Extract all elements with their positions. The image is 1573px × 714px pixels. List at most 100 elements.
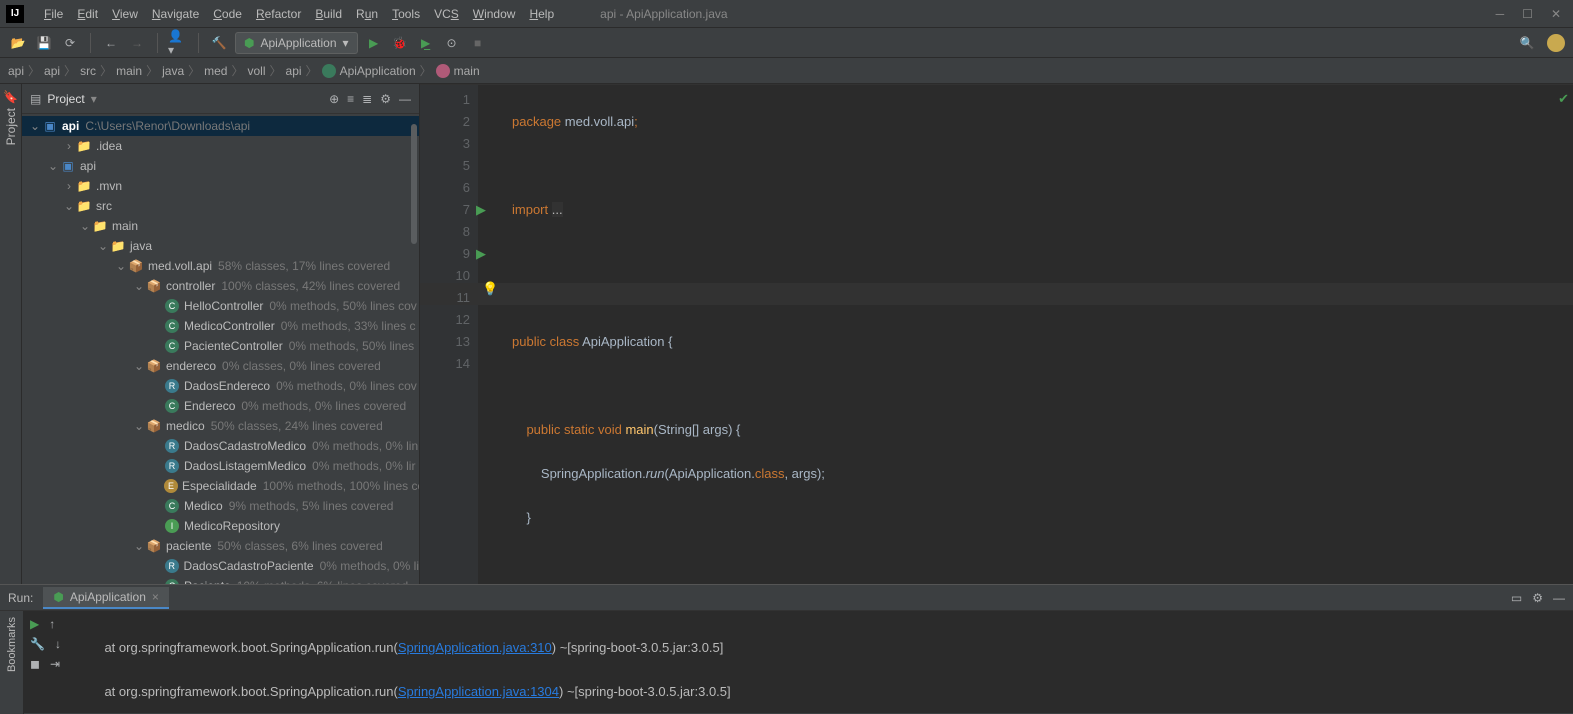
menu-window[interactable]: Window [467, 5, 522, 23]
crumb[interactable]: api [286, 64, 302, 78]
tree-item[interactable]: RDadosCadastroPaciente0% methods, 0% li [22, 556, 419, 576]
crumb[interactable]: ApiApplication [340, 64, 416, 78]
tree-item[interactable]: RDadosCadastroMedico0% methods, 0% lin [22, 436, 419, 456]
menu-edit[interactable]: Edit [71, 5, 104, 23]
build-icon[interactable]: 🔨 [209, 33, 229, 53]
open-icon[interactable]: 📂 [8, 33, 28, 53]
gear-icon[interactable]: ⚙ [380, 92, 391, 106]
tree-item[interactable]: ›📁.idea [22, 136, 419, 156]
crumb[interactable]: java [162, 64, 184, 78]
avatar[interactable] [1547, 34, 1565, 52]
menu-file[interactable]: File [38, 5, 69, 23]
crumb[interactable]: src [80, 64, 96, 78]
run-tab[interactable]: ⬢ ApiApplication × [43, 587, 169, 609]
save-icon[interactable]: 💾 [34, 33, 54, 53]
tree-item[interactable]: ⌄📁java [22, 236, 419, 256]
tree-item[interactable]: CPacienteController0% methods, 50% lines [22, 336, 419, 356]
crumb[interactable]: main [116, 64, 142, 78]
stop-icon[interactable]: ■ [468, 33, 488, 53]
tree-item[interactable]: ⌄📦med.voll.api58% classes, 17% lines cov… [22, 256, 419, 276]
bookmarks-button[interactable]: Bookmarks [6, 617, 18, 672]
hide-icon[interactable]: — [1553, 591, 1565, 605]
menu-vcs[interactable]: VCS [428, 5, 465, 23]
back-icon[interactable]: ← [101, 33, 121, 53]
close-icon[interactable]: ✕ [1551, 7, 1561, 21]
gutter[interactable]: 12356 7▶ 8 9▶ 1011121314 [420, 85, 478, 661]
lightbulb-icon[interactable]: 💡 [482, 281, 498, 297]
bookmark-strip-icon[interactable]: 🔖 [3, 90, 18, 104]
forward-icon[interactable]: → [127, 33, 147, 53]
tree-item[interactable]: ⌄📦controller100% classes, 42% lines cove… [22, 276, 419, 296]
menu-build[interactable]: Build [309, 5, 348, 23]
run-gutter-icon[interactable]: ▶ [476, 199, 486, 221]
sync-icon[interactable]: ⟳ [60, 33, 80, 53]
menu-refactor[interactable]: Refactor [250, 5, 307, 23]
expand-icon[interactable]: ≡ [347, 92, 354, 106]
stack-link[interactable]: SpringApplication.java:310 [398, 640, 552, 655]
console[interactable]: at org.springframework.boot.SpringApplic… [80, 611, 1573, 714]
tree-item[interactable]: ⌄📁src [22, 196, 419, 216]
coverage-icon[interactable]: ▶̲ [416, 33, 436, 53]
tree-item[interactable]: ⌄📦paciente50% classes, 6% lines covered [22, 536, 419, 556]
search-icon[interactable]: 🔍 [1517, 33, 1537, 53]
menu-navigate[interactable]: Navigate [146, 5, 205, 23]
chevron-down-icon[interactable]: ▾ [91, 92, 97, 106]
tree-item[interactable]: IMedicoRepository [22, 516, 419, 536]
stop-icon[interactable]: ◼ [30, 657, 40, 671]
crumb[interactable]: voll [248, 64, 266, 78]
tree-item[interactable]: ⌄📦endereco0% classes, 0% lines covered [22, 356, 419, 376]
hide-icon[interactable]: — [399, 92, 411, 106]
collapse-icon[interactable]: ≣ [362, 92, 372, 106]
code-body[interactable]: package med.voll.api; import ... @Spring… [478, 85, 1573, 661]
stack-link[interactable]: SpringApplication.java:1304 [398, 684, 559, 699]
project-tool-button[interactable]: Project [4, 104, 18, 149]
run-icon[interactable]: ▶ [364, 33, 384, 53]
soft-wrap-icon[interactable]: ⇥ [50, 657, 60, 671]
project-tree[interactable]: ⌄▣apiC:\Users\Renor\Downloads\api ›📁.ide… [22, 114, 419, 584]
toolbar: 📂 💾 ⟳ ← → 👤▾ 🔨 ⬢ ApiApplication ▾ ▶ 🐞 ▶̲… [0, 28, 1573, 58]
tree-item[interactable]: CMedicoController0% methods, 33% lines c [22, 316, 419, 336]
tree-item[interactable]: RDadosListagemMedico0% methods, 0% lir [22, 456, 419, 476]
tree-item[interactable]: ⌄▣api [22, 156, 419, 176]
tree-root[interactable]: ⌄▣apiC:\Users\Renor\Downloads\api [22, 116, 419, 136]
analysis-ok-icon[interactable]: ✔ [1558, 91, 1569, 107]
crumb[interactable]: api [44, 64, 60, 78]
profile-icon[interactable]: ⊙ [442, 33, 462, 53]
crumb[interactable]: med [204, 64, 227, 78]
tree-item[interactable]: ⌄📁main [22, 216, 419, 236]
scroll-down-icon[interactable]: ↓ [55, 637, 61, 651]
menu-view[interactable]: View [106, 5, 144, 23]
menu-run[interactable]: Run [350, 5, 384, 23]
tree-item[interactable]: CMedico9% methods, 5% lines covered [22, 496, 419, 516]
minimize-icon[interactable]: ─ [1496, 7, 1505, 21]
crumb[interactable]: main [454, 64, 480, 78]
project-title[interactable]: Project [47, 92, 84, 106]
run-config-selector[interactable]: ⬢ ApiApplication ▾ [235, 32, 358, 54]
close-tab-icon[interactable]: × [152, 590, 159, 604]
tree-item[interactable]: CEndereco0% methods, 0% lines covered [22, 396, 419, 416]
tree-item[interactable]: EEspecialidade100% methods, 100% lines c… [22, 476, 419, 496]
tree-item[interactable]: CHelloController0% methods, 50% lines co… [22, 296, 419, 316]
project-header: ▤ Project ▾ ⊕ ≡ ≣ ⚙ — [22, 84, 419, 114]
chevron-down-icon: ▾ [343, 36, 349, 50]
crumb[interactable]: api [8, 64, 24, 78]
gear-icon[interactable]: ⚙ [1532, 591, 1543, 605]
new-ui-icon[interactable]: 👤▾ [168, 33, 188, 53]
menu-code[interactable]: Code [207, 5, 248, 23]
code-area[interactable]: ✔ 💡 12356 7▶ 8 9▶ 1011121314 package med… [420, 85, 1573, 661]
tree-item[interactable]: ›📁.mvn [22, 176, 419, 196]
maximize-icon[interactable]: ☐ [1522, 7, 1533, 21]
layout-icon[interactable]: ▭ [1511, 591, 1522, 605]
tree-item[interactable]: CPaciente10% methods, 6% lines covered [22, 576, 419, 584]
debug-icon[interactable]: 🐞 [390, 33, 410, 53]
scroll-up-icon[interactable]: ↑ [49, 617, 55, 631]
menu-tools[interactable]: Tools [386, 5, 426, 23]
select-open-icon[interactable]: ⊕ [329, 92, 339, 106]
tree-item[interactable]: RDadosEndereco0% methods, 0% lines cov [22, 376, 419, 396]
tree-item[interactable]: ⌄📦medico50% classes, 24% lines covered [22, 416, 419, 436]
rerun-icon[interactable]: ▶ [30, 617, 39, 631]
run-gutter-icon[interactable]: ▶ [476, 243, 486, 265]
wrench-icon[interactable]: 🔧 [30, 637, 45, 651]
scrollbar[interactable] [409, 114, 419, 584]
menu-help[interactable]: Help [523, 5, 560, 23]
